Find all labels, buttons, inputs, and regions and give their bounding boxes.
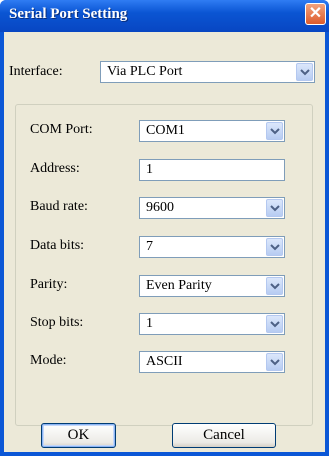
chevron-down-icon[interactable] [266, 199, 283, 217]
ok-button[interactable]: OK [41, 423, 116, 448]
interface-value: Via PLC Port [107, 64, 183, 79]
chevron-down-icon[interactable] [296, 63, 313, 81]
chevron-down-icon[interactable] [266, 353, 283, 371]
parity-label: Parity: [30, 277, 68, 292]
dialog-window: Serial Port Setting ✕ Interface: Via PLC… [0, 0, 329, 456]
data-bits-label: Data bits: [30, 238, 85, 253]
stop-bits-label: Stop bits: [30, 315, 84, 330]
parity-value: Even Parity [146, 278, 212, 293]
mode-value: ASCII [146, 354, 183, 369]
stop-bits-value: 1 [146, 316, 153, 331]
com-port-select[interactable]: COM1 [139, 120, 285, 142]
interface-label: Interface: [9, 64, 63, 79]
com-port-value: COM1 [146, 123, 185, 138]
baud-rate-label: Baud rate: [30, 199, 88, 214]
address-field[interactable] [139, 159, 285, 181]
mode-select[interactable]: ASCII [139, 351, 285, 373]
chevron-down-icon[interactable] [266, 315, 283, 333]
interface-select[interactable]: Via PLC Port [100, 61, 315, 83]
data-bits-value: 7 [146, 239, 153, 254]
cancel-button[interactable]: Cancel [172, 423, 276, 448]
baud-rate-select[interactable]: 9600 [139, 197, 285, 219]
dialog-body: Interface: Via PLC Port COM Port: COM1 A… [4, 32, 325, 452]
chevron-down-icon[interactable] [266, 122, 283, 140]
title-bar[interactable]: Serial Port Setting ✕ [0, 0, 329, 32]
close-button[interactable]: ✕ [305, 3, 326, 25]
data-bits-select[interactable]: 7 [139, 236, 285, 258]
connection-settings-group: COM Port: COM1 Address: Baud rate: 9600 … [15, 104, 313, 426]
com-port-label: COM Port: [30, 122, 93, 137]
window-title: Serial Port Setting [9, 6, 128, 22]
chevron-down-icon[interactable] [266, 277, 283, 295]
mode-label: Mode: [30, 353, 67, 368]
chevron-down-icon[interactable] [266, 238, 283, 256]
baud-rate-value: 9600 [146, 200, 174, 215]
address-label: Address: [30, 161, 80, 176]
parity-select[interactable]: Even Parity [139, 275, 285, 297]
close-icon: ✕ [308, 5, 323, 22]
stop-bits-select[interactable]: 1 [139, 313, 285, 335]
address-input[interactable] [140, 160, 284, 180]
